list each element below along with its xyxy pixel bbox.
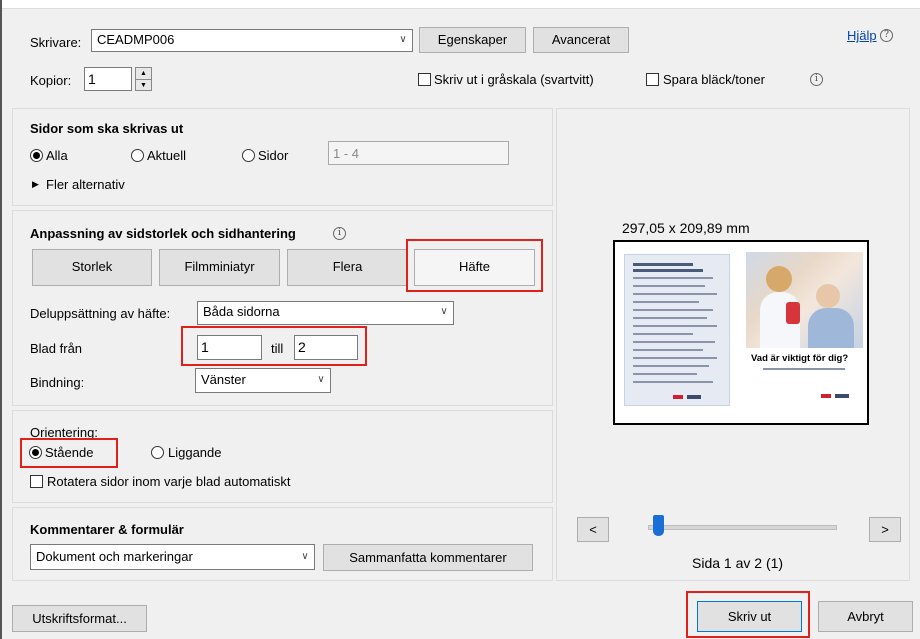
more-options-link[interactable]: Fler alternativ — [46, 177, 125, 192]
info-icon[interactable]: i — [810, 73, 823, 86]
sizing-info-icon[interactable]: i — [333, 227, 346, 240]
stepper-up-icon[interactable]: ▲ — [136, 68, 151, 80]
highlight-sheets-range — [181, 326, 367, 366]
grayscale-label: Skriv ut i gråskala (svartvitt) — [434, 72, 594, 87]
sheets-from-label: Blad från — [30, 341, 83, 356]
help-link[interactable]: Hjälp — [847, 28, 877, 43]
auto-rotate-checkbox[interactable] — [30, 475, 43, 488]
preview-dimensions: 297,05 x 209,89 mm — [622, 220, 750, 236]
radio-current-label: Aktuell — [147, 148, 187, 163]
save-ink-label: Spara bläck/toner — [663, 72, 765, 87]
comments-value: Dokument och markeringar — [36, 549, 193, 564]
radio-current[interactable] — [131, 149, 144, 162]
subset-value: Båda sidorna — [203, 304, 280, 319]
cancel-button[interactable]: Avbryt — [818, 601, 913, 632]
binding-select[interactable]: Vänster ∨ — [195, 368, 331, 393]
copies-input[interactable]: 1 — [84, 67, 132, 91]
logo-icon — [821, 394, 831, 398]
tab-size-label: Storlek — [71, 259, 113, 274]
radio-all[interactable] — [30, 149, 43, 162]
tab-poster-label: Filmminiatyr — [184, 259, 255, 274]
sizing-section-title: Anpassning av sidstorlek och sidhanterin… — [30, 226, 296, 241]
subset-select[interactable]: Båda sidorna ∨ — [197, 301, 454, 325]
preview-cover-photo — [746, 252, 863, 348]
binding-label: Bindning: — [30, 375, 85, 390]
preview-text-page — [624, 254, 730, 406]
printer-label: Skrivare: — [30, 35, 82, 50]
radio-all-label: Alla — [46, 148, 68, 163]
radio-pages-label: Sidor — [258, 148, 289, 163]
advanced-button[interactable]: Avancerat — [533, 27, 629, 53]
tab-size[interactable]: Storlek — [32, 249, 152, 286]
logo-icon — [835, 394, 849, 398]
preview-subline — [763, 368, 845, 370]
preview-page: Vad är viktigt för dig? — [613, 240, 869, 425]
page-slider-track[interactable] — [648, 525, 837, 530]
grayscale-checkbox[interactable] — [418, 73, 431, 86]
chevron-down-icon: ∨ — [317, 374, 325, 385]
save-ink-checkbox[interactable] — [646, 73, 659, 86]
help-question-icon[interactable]: ? — [880, 29, 893, 42]
logo-icon — [673, 395, 683, 399]
subset-label: Deluppsättning av häfte: — [30, 306, 171, 321]
binding-value: Vänster — [201, 372, 246, 387]
highlight-print-button — [686, 591, 810, 638]
copies-value: 1 — [88, 71, 96, 87]
preview-headline: Vad är viktigt för dig? — [751, 353, 849, 364]
dialog-left-border — [0, 0, 2, 639]
highlight-booklet-tab — [406, 239, 543, 292]
expand-triangle-icon[interactable]: ▶ — [32, 179, 39, 190]
printer-value: CEADMP006 — [97, 32, 175, 47]
page-setup-button[interactable]: Utskriftsformat... — [12, 605, 147, 632]
tab-multiple-label: Flera — [332, 259, 363, 274]
tab-poster[interactable]: Filmminiatyr — [159, 249, 280, 286]
page-status: Sida 1 av 2 (1) — [692, 555, 784, 571]
chevron-down-icon: ∨ — [440, 306, 448, 317]
pages-section-title: Sidor som ska skrivas ut — [30, 121, 184, 136]
radio-landscape-label: Liggande — [168, 445, 222, 460]
highlight-portrait — [20, 438, 118, 468]
title-bar-strip — [0, 0, 920, 9]
properties-button[interactable]: Egenskaper — [419, 27, 526, 53]
copies-label: Kopior: — [30, 73, 72, 88]
comments-title: Kommentarer & formulär — [30, 522, 184, 537]
printer-select[interactable]: CEADMP006 ∨ — [91, 29, 413, 52]
auto-rotate-label: Rotatera sidor inom varje blad automatis… — [47, 474, 291, 489]
stepper-down-icon[interactable]: ▼ — [136, 80, 151, 91]
page-slider-thumb[interactable] — [652, 515, 664, 536]
next-page-button[interactable]: > — [869, 517, 901, 542]
pages-range-input[interactable]: 1 - 4 — [328, 141, 509, 165]
tab-multiple[interactable]: Flera — [287, 249, 408, 286]
comments-select[interactable]: Dokument och markeringar ∨ — [30, 544, 315, 570]
summarize-comments-button[interactable]: Sammanfatta kommentarer — [323, 544, 533, 571]
pages-range-placeholder: 1 - 4 — [333, 146, 360, 161]
prev-page-button[interactable]: < — [577, 517, 609, 542]
copies-stepper[interactable]: ▲ ▼ — [135, 67, 152, 91]
chevron-down-icon: ∨ — [301, 551, 309, 562]
radio-pages[interactable] — [242, 149, 255, 162]
chevron-down-icon: ∨ — [399, 34, 407, 45]
logo-icon — [687, 395, 701, 399]
radio-landscape[interactable] — [151, 446, 164, 459]
